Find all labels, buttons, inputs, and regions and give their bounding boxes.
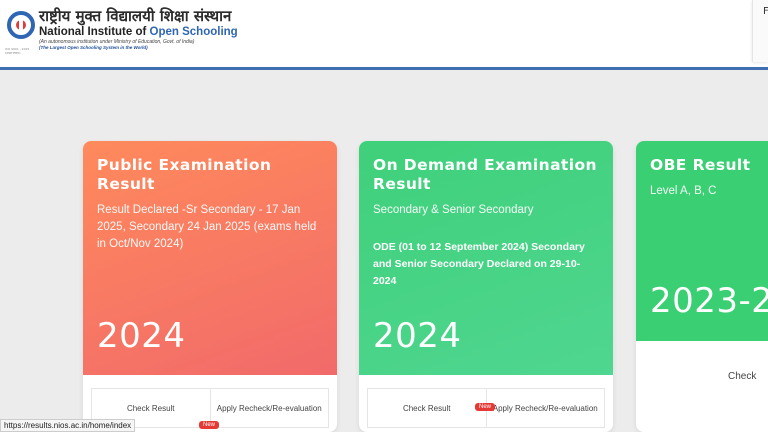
card-header: Public Examination Result Result Declare…	[83, 141, 337, 375]
logo-caption: ISO 9001 : 2015 CERTIFIED	[5, 47, 30, 55]
nios-logo-icon[interactable]	[6, 10, 36, 46]
brand-block[interactable]: राष्ट्रीय मुक्त विद्यालयी शिक्षा संस्थान…	[39, 8, 238, 51]
card-description: Level A, B, C	[650, 185, 717, 197]
site-header: ISO 9001 : 2015 CERTIFIED राष्ट्रीय मुक्…	[0, 0, 768, 70]
card-title: On Demand Examination Result	[373, 156, 597, 193]
header-right-letter: F	[763, 6, 768, 17]
check-result-button[interactable]: Check	[728, 371, 756, 382]
brand-english-prefix: National Institute of	[39, 26, 150, 38]
card-year: 2024	[373, 316, 462, 356]
new-badge: New	[475, 403, 496, 411]
card-title: OBE Result	[650, 156, 751, 174]
card-public-examination: Public Examination Result Result Declare…	[83, 141, 337, 432]
card-note: ODE (01 to 12 September 2024) Secondary …	[373, 241, 585, 287]
brand-hindi-title: राष्ट्रीय मुक्त विद्यालयी शिक्षा संस्थान	[39, 7, 232, 25]
header-right-panel[interactable]: F	[752, 0, 768, 62]
card-year: 2023-2	[650, 281, 768, 321]
card-title: Public Examination Result	[97, 156, 272, 193]
card-header: On Demand Examination Result Secondary &…	[359, 141, 613, 375]
brand-tagline-text: (The Largest Open Schooling System in th…	[39, 45, 148, 50]
apply-recheck-button[interactable]: Apply Recheck/Re-evaluation	[209, 389, 329, 427]
card-on-demand-examination: On Demand Examination Result Secondary &…	[359, 141, 613, 432]
card-obe: OBE Result Level A, B, C 2023-2 Check	[636, 141, 768, 432]
brand-tagline: (The Largest Open Schooling System in th…	[39, 45, 238, 51]
status-bar-url: https://results.nios.ac.in/home/index	[0, 419, 136, 432]
card-description: Result Declared -Sr Secondary - 17 Jan 2…	[97, 204, 317, 250]
card-year: 2024	[97, 316, 186, 356]
card-description: Secondary & Senior Secondary	[373, 204, 534, 216]
apply-recheck-button[interactable]: Apply Recheck/Re-evaluation	[485, 389, 605, 427]
card-header: OBE Result Level A, B, C 2023-2	[636, 141, 768, 341]
brand-english-title: National Institute of Open Schooling	[39, 25, 238, 39]
check-result-button[interactable]: Check Result	[368, 389, 486, 427]
new-badge: New	[199, 421, 220, 429]
brand-english-highlight: Open Schooling	[149, 26, 238, 38]
